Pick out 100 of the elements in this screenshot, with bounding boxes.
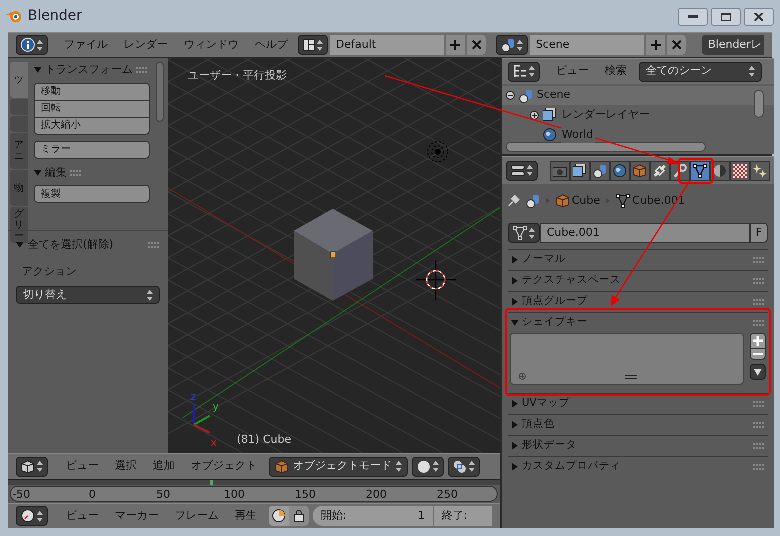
remove-button[interactable]: [750, 348, 766, 360]
delete-button[interactable]: [467, 35, 486, 55]
outliner-row[interactable]: World: [502, 125, 774, 145]
mesh-datablock-selector[interactable]: [508, 223, 540, 243]
menu-item[interactable]: ヘルプ: [247, 36, 296, 54]
panel-title[interactable]: ノーマル: [522, 252, 566, 268]
panel-title[interactable]: 頂点色: [522, 417, 555, 433]
panel-title[interactable]: 頂点グループ: [522, 294, 588, 310]
clock-icon: [21, 509, 35, 523]
maximize-button[interactable]: [711, 8, 741, 26]
panel-title[interactable]: カスタムプロパティ: [522, 459, 621, 475]
properties-tab[interactable]: [610, 160, 630, 180]
properties-tab[interactable]: [750, 160, 770, 180]
shelf-tab[interactable]: 物: [10, 170, 28, 206]
scrollbar[interactable]: [754, 90, 764, 118]
keying-button[interactable]: [269, 506, 289, 526]
add-circle-icon: [519, 373, 526, 380]
mode-dropdown[interactable]: オブジェクトモード: [269, 456, 408, 476]
drag-grip-icon: [753, 299, 765, 305]
tool-button[interactable]: 複製: [34, 185, 150, 203]
panel-title[interactable]: 全てを選択(解除): [28, 237, 114, 254]
properties-tab[interactable]: [730, 160, 750, 180]
minimize-button[interactable]: [678, 8, 708, 26]
updown-arrows-icon: [37, 40, 43, 50]
start-frame-field[interactable]: 開始: 1: [313, 506, 433, 526]
expand-icon[interactable]: [530, 110, 539, 120]
tool-button[interactable]: 回転: [34, 100, 150, 118]
outliner-row[interactable]: Scene: [502, 86, 774, 105]
shelf-tab[interactable]: ツ: [10, 62, 28, 98]
lock-button[interactable]: [289, 506, 309, 526]
menu-item[interactable]: ファイル: [56, 36, 116, 54]
resize-grip-icon[interactable]: [625, 375, 637, 379]
pin-icon[interactable]: [508, 195, 520, 207]
plus-icon: [450, 40, 460, 50]
outliner-row[interactable]: レンダーレイヤー: [502, 105, 774, 125]
collapse-icon[interactable]: [506, 91, 515, 100]
fake-user-button[interactable]: F: [750, 223, 768, 243]
shelf-tab[interactable]: アニ: [10, 133, 28, 169]
end-frame-field[interactable]: 終了:: [434, 506, 492, 526]
menu-item[interactable]: レンダー: [116, 36, 176, 54]
datablock-name-field[interactable]: Cube.001: [540, 223, 750, 243]
menu-item[interactable]: ビュー: [548, 63, 597, 80]
add-button[interactable]: [750, 333, 766, 349]
panel-title[interactable]: 編集: [45, 164, 67, 181]
shading-selector[interactable]: [412, 456, 444, 476]
panel-title[interactable]: テクスチャスペース: [522, 273, 621, 289]
menu-item[interactable]: 再生: [227, 508, 265, 524]
editor-type-selector[interactable]: [16, 506, 48, 526]
scrollbar[interactable]: [156, 62, 164, 122]
menu-item[interactable]: ビュー: [58, 508, 107, 524]
window-title: Blender: [28, 6, 82, 26]
layout-name-field[interactable]: Default: [330, 35, 444, 55]
add-button[interactable]: [646, 35, 666, 55]
delete-button[interactable]: [667, 35, 686, 55]
shelf-tab[interactable]: グリー: [10, 207, 28, 243]
tool-button[interactable]: ミラー: [34, 140, 150, 158]
updown-arrows-icon: [37, 461, 43, 472]
menu-item[interactable]: フレーム: [167, 508, 227, 524]
scene-selector[interactable]: [496, 35, 528, 55]
editor-type-selector[interactable]: [16, 35, 48, 55]
editor-type-selector[interactable]: [16, 456, 48, 476]
render-engine-selector[interactable]: Blenderレ: [702, 35, 764, 55]
editor-type-selector[interactable]: [506, 160, 538, 180]
scene-name-field[interactable]: Scene: [530, 35, 644, 55]
close-button[interactable]: [744, 8, 774, 26]
menu-item[interactable]: 検索: [597, 63, 635, 80]
panel-title[interactable]: トランスフォーム: [45, 62, 133, 78]
pivot-selector[interactable]: [448, 456, 480, 476]
panel-title[interactable]: UVマップ: [522, 396, 570, 412]
menu-item[interactable]: オブジェクト: [183, 458, 265, 475]
menu-item[interactable]: 選択: [107, 458, 145, 475]
editor-type-selector[interactable]: [508, 62, 540, 82]
menu-item[interactable]: ウィンドウ: [176, 36, 247, 54]
panel-title[interactable]: 形状データ: [522, 438, 577, 454]
filter-dropdown[interactable]: 全てのシーン: [639, 62, 762, 82]
action-dropdown[interactable]: 切り替え: [16, 286, 160, 304]
3d-cursor-icon: [416, 260, 456, 300]
properties-tab[interactable]: [690, 160, 710, 180]
cube-icon: [633, 164, 647, 178]
tool-button[interactable]: 拡大縮小: [34, 116, 150, 134]
menu-item[interactable]: マーカー: [107, 508, 167, 524]
view-label: ユーザー・平行投影: [188, 68, 287, 84]
drag-grip-icon: [148, 242, 160, 248]
properties-tab[interactable]: [590, 160, 610, 180]
add-button[interactable]: [446, 35, 466, 55]
axis-label: y: [213, 403, 219, 413]
properties-tab[interactable]: [570, 160, 590, 180]
specials-button[interactable]: [750, 364, 766, 380]
panel-title[interactable]: シェイプキー: [522, 315, 588, 331]
scrollbar[interactable]: [506, 142, 706, 152]
shape-key-list[interactable]: [510, 333, 744, 385]
frame-scrollbar[interactable]: -50 0 50 100 150 200 250: [10, 486, 498, 502]
menu-item[interactable]: 追加: [145, 458, 183, 475]
properties-tab[interactable]: [650, 160, 670, 180]
3d-viewport[interactable]: ユーザー・平行投影 z y x (81) Cube: [168, 58, 500, 453]
menu-item[interactable]: ビュー: [58, 458, 107, 475]
caret-icon: [754, 368, 762, 376]
field-label: アクション: [22, 264, 78, 280]
layout-selector[interactable]: [298, 35, 328, 55]
tool-button[interactable]: 移動: [34, 82, 150, 100]
